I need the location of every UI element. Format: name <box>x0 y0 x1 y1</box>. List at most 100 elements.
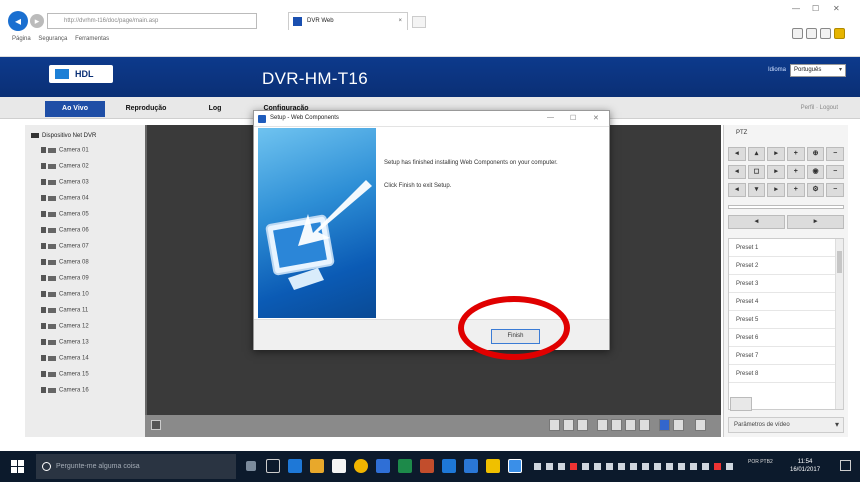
tray-icon[interactable] <box>570 463 577 470</box>
browser-tab[interactable]: DVR Web × <box>288 12 408 30</box>
ptz-button[interactable]: ◂ <box>728 165 746 179</box>
camera-item[interactable]: Camera 05 <box>41 211 89 218</box>
ie-icon[interactable] <box>464 459 478 473</box>
tray-icon[interactable] <box>582 463 589 470</box>
excel-icon[interactable] <box>398 459 412 473</box>
camera-item[interactable]: Camera 11 <box>41 307 88 314</box>
tray-icon[interactable] <box>630 463 637 470</box>
camera-item[interactable]: Camera 13 <box>41 339 89 346</box>
windows-start-icon[interactable] <box>11 460 24 473</box>
ptz-button[interactable]: ▸ <box>767 183 786 197</box>
ptz-button[interactable]: − <box>826 165 845 179</box>
fullscreen-icon[interactable] <box>673 419 684 431</box>
ptz-button[interactable]: ▴ <box>747 147 766 161</box>
camera-item[interactable]: Camera 02 <box>41 163 89 170</box>
list-item[interactable]: Preset 8 <box>729 365 843 383</box>
tray-icon[interactable] <box>714 463 721 470</box>
camera-item[interactable]: Camera 10 <box>41 291 89 298</box>
favorites-icon[interactable] <box>806 28 817 39</box>
maximize-icon[interactable]: ☐ <box>812 4 819 13</box>
volume-icon[interactable] <box>726 463 733 470</box>
settings-icon[interactable] <box>820 28 831 39</box>
iris-icon[interactable]: ⚙ <box>806 183 825 197</box>
tab-live[interactable]: Ao Vivo <box>45 101 105 117</box>
chrome-icon[interactable] <box>354 459 368 473</box>
file-explorer-icon[interactable] <box>310 459 324 473</box>
store-icon[interactable] <box>332 459 346 473</box>
tray-icon[interactable] <box>690 463 697 470</box>
list-item[interactable]: Preset 2 <box>729 257 843 275</box>
tray-icon[interactable] <box>642 463 649 470</box>
outlook-icon[interactable] <box>442 459 456 473</box>
ptz-button[interactable]: ▸ <box>767 165 786 179</box>
ptz-button[interactable]: ◂ <box>728 183 746 197</box>
ptz-button[interactable]: + <box>787 183 805 197</box>
ptz-button[interactable]: − <box>826 147 845 161</box>
camera-item[interactable]: Camera 16 <box>41 387 89 394</box>
minimize-icon[interactable]: — <box>792 4 800 13</box>
stop-all-icon[interactable] <box>577 419 588 431</box>
video-params-dropdown[interactable]: Parâmetros de vídeo <box>728 417 844 433</box>
zoom-icon[interactable] <box>611 419 622 431</box>
ptz-button[interactable]: + <box>787 147 805 161</box>
tray-icon[interactable] <box>558 463 565 470</box>
camera-item[interactable]: Camera 14 <box>41 355 89 362</box>
layout-icon[interactable] <box>151 420 161 430</box>
next-page-icon[interactable] <box>639 419 650 431</box>
home-icon[interactable] <box>792 28 803 39</box>
tray-icon[interactable] <box>534 463 541 470</box>
tray-icon[interactable] <box>666 463 673 470</box>
camera-item[interactable]: Camera 06 <box>41 227 89 234</box>
setup-task-icon[interactable] <box>508 459 522 473</box>
maximize-icon[interactable]: ☐ <box>570 114 576 122</box>
preset-call-button[interactable] <box>730 397 752 411</box>
tray-icon[interactable] <box>606 463 613 470</box>
powerpoint-icon[interactable] <box>420 459 434 473</box>
tray-icon[interactable] <box>702 463 709 470</box>
ptz-speed-slider[interactable] <box>728 205 844 209</box>
user-links[interactable]: Perfil · Logout <box>801 105 838 111</box>
expand-icon[interactable] <box>695 419 706 431</box>
camera-item[interactable]: Camera 08 <box>41 259 89 266</box>
tab-log[interactable]: Log <box>200 101 230 117</box>
close-window-icon[interactable]: ✕ <box>833 4 840 13</box>
address-bar[interactable]: http://dvrhm-t16/doc/page/main.asp <box>47 13 257 29</box>
mic-icon[interactable] <box>659 419 670 431</box>
list-item[interactable]: Preset 7 <box>729 347 843 365</box>
edge-icon[interactable] <box>288 459 302 473</box>
record-icon[interactable] <box>563 419 574 431</box>
smiley-icon[interactable] <box>834 28 845 39</box>
ptz-button[interactable]: − <box>826 183 845 197</box>
minimize-icon[interactable]: — <box>547 114 554 121</box>
close-icon[interactable]: ✕ <box>593 114 599 122</box>
notifications-icon[interactable] <box>840 460 851 471</box>
camera-item[interactable]: Camera 01 <box>41 147 89 154</box>
back-icon[interactable]: ◂ <box>8 11 28 31</box>
forward-icon[interactable]: ▸ <box>30 14 44 28</box>
tray-icon[interactable] <box>654 463 661 470</box>
new-tab-button[interactable] <box>412 16 426 28</box>
ptz-button[interactable]: ▸ <box>787 215 844 229</box>
clock[interactable]: 11:54 16/01/2017 <box>790 458 820 474</box>
camera-item[interactable]: Camera 04 <box>41 195 89 202</box>
ptz-button[interactable]: ▾ <box>747 183 766 197</box>
tray-icon[interactable] <box>546 463 553 470</box>
cmd-security[interactable]: Segurança <box>38 36 67 42</box>
cmd-page[interactable]: Página <box>12 36 31 42</box>
notes-icon[interactable] <box>486 459 500 473</box>
list-item[interactable]: Preset 4 <box>729 293 843 311</box>
volume-icon[interactable] <box>597 419 608 431</box>
tray-icon[interactable] <box>618 463 625 470</box>
list-item[interactable]: Preset 1 <box>729 239 843 257</box>
input-language[interactable]: POR PTB2 <box>748 459 780 466</box>
word-icon[interactable] <box>376 459 390 473</box>
ptz-button[interactable]: ▸ <box>767 147 786 161</box>
ptz-button[interactable]: ◂ <box>728 215 785 229</box>
device-tree-root[interactable]: Dispositivo Net DVR <box>31 133 96 139</box>
close-tab-icon[interactable]: × <box>398 13 402 30</box>
tray-icon[interactable] <box>678 463 685 470</box>
camera-item[interactable]: Camera 15 <box>41 371 89 378</box>
zoom-icon[interactable]: ⊕ <box>806 147 825 161</box>
ptz-button[interactable]: + <box>787 165 805 179</box>
cmd-tools[interactable]: Ferramentas <box>75 36 109 42</box>
